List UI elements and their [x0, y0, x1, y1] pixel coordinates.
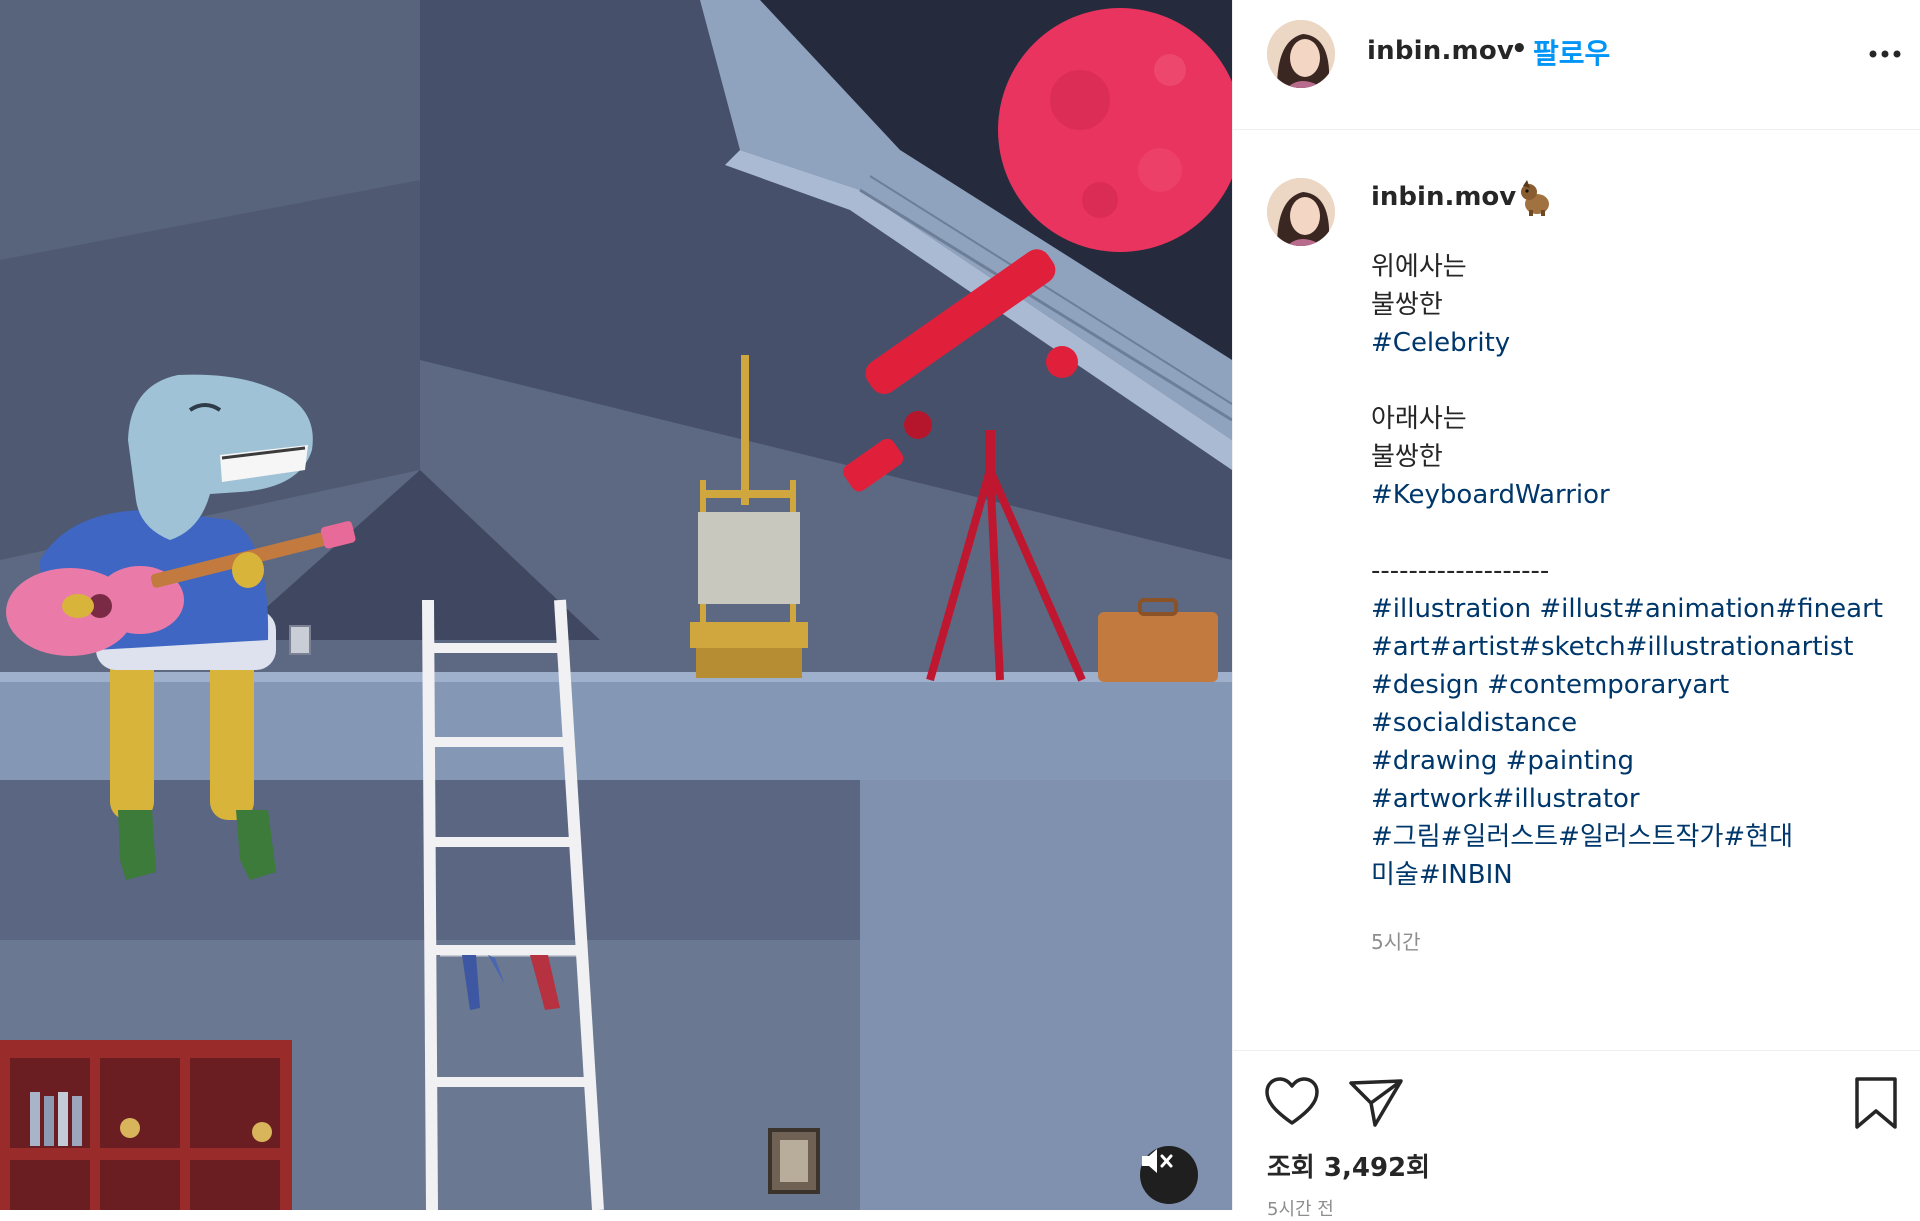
post-header: inbin.mov • 팔로우	[1233, 0, 1920, 130]
actions-bar: 조회 3,492회 5시간 전	[1233, 1050, 1920, 1220]
caption-hashtag-line[interactable]: #KeyboardWarrior	[1371, 476, 1891, 514]
more-options-button[interactable]	[1865, 38, 1905, 68]
profile-photo-icon	[1267, 20, 1335, 88]
save-button[interactable]	[1851, 1075, 1901, 1131]
more-horizontal-icon	[1869, 50, 1901, 58]
view-count[interactable]: 조회 3,492회	[1267, 1147, 1430, 1184]
dog-emoji-icon	[1521, 180, 1549, 216]
caption-hashtag-line[interactable]: #illustration #illust#animation#fineart	[1371, 590, 1891, 628]
caption-hashtag-line[interactable]: #design #contemporaryart	[1371, 666, 1891, 704]
caption-username[interactable]: inbin.mov	[1371, 182, 1516, 212]
speaker-muted-icon	[1142, 1149, 1173, 1173]
heart-icon	[1265, 1077, 1319, 1125]
moon	[998, 8, 1232, 252]
caption-avatar[interactable]	[1267, 178, 1335, 246]
caption-text: 위에사는 불쌍한 #Celebrity 아래사는 불쌍한 #KeyboardWarrior…	[1371, 248, 1891, 894]
caption-hashtag-line[interactable]: #그림#일러스트#일러스트작가#현대	[1371, 818, 1891, 856]
caption-hashtag-line[interactable]: #Celebrity	[1371, 324, 1891, 362]
post-side-panel: inbin.mov • 팔로우 inbin.mov 위에사는 불쌍한 #Cele…	[1232, 0, 1920, 1220]
post-timestamp[interactable]: 5시간	[1371, 926, 1421, 955]
caption-hashtag-line[interactable]: #art#artist#sketch#illustrationartist	[1371, 628, 1891, 666]
like-button[interactable]	[1263, 1075, 1321, 1131]
bookmark-icon	[1855, 1077, 1897, 1129]
header-username[interactable]: inbin.mov	[1367, 36, 1514, 66]
caption-hashtag-line[interactable]: #drawing #painting	[1371, 742, 1891, 780]
caption-hashtag-line[interactable]: #artwork#illustrator	[1371, 780, 1891, 818]
illustration-artwork	[0, 0, 1232, 1210]
caption-line: -------------------	[1371, 556, 1550, 586]
avatar[interactable]	[1267, 20, 1335, 88]
caption-line: 아래사는	[1371, 404, 1467, 434]
mute-button[interactable]	[1140, 1146, 1198, 1204]
profile-photo-icon	[1267, 178, 1335, 246]
separator-dot: •	[1511, 34, 1528, 64]
caption-hashtag-line[interactable]: #socialdistance	[1371, 704, 1891, 742]
suitcase	[1098, 598, 1218, 682]
caption-line: 위에사는	[1371, 252, 1467, 282]
share-button[interactable]	[1347, 1075, 1405, 1131]
post-date: 5시간 전	[1267, 1199, 1334, 1220]
loft-ledge	[0, 678, 1232, 780]
dog-emoji	[1515, 178, 1555, 218]
caption-line: 불쌍한	[1371, 442, 1443, 472]
paper-plane-icon	[1349, 1079, 1403, 1127]
caption-line: 불쌍한	[1371, 290, 1443, 320]
follow-button[interactable]: 팔로우	[1533, 32, 1610, 72]
caption-hashtag-line[interactable]: 미술#INBIN	[1371, 856, 1891, 894]
post-media-video[interactable]	[0, 0, 1232, 1210]
